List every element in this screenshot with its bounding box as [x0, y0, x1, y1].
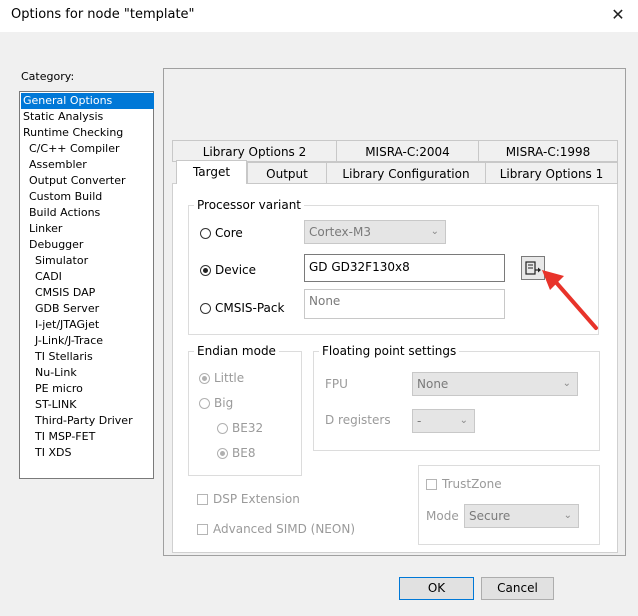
chevron-down-icon: ⌄ [430, 226, 439, 237]
category-item-debugger[interactable]: Debugger [29, 237, 83, 253]
trustzone-label: TrustZone [442, 477, 502, 491]
category-item-ti-xds[interactable]: TI XDS [35, 445, 71, 461]
be32-radio[interactable] [217, 423, 228, 434]
floating-point-group [313, 351, 600, 451]
category-item-simulator[interactable]: Simulator [35, 253, 88, 269]
tab-library-options-1[interactable]: Library Options 1 [485, 162, 618, 184]
dsp-extension-label: DSP Extension [213, 492, 300, 506]
mode-label: Mode [426, 509, 459, 523]
category-item-ti-stellaris[interactable]: TI Stellaris [35, 349, 93, 365]
be32-label: BE32 [232, 421, 264, 435]
category-item-general-options[interactable]: General Options [21, 93, 154, 109]
d-registers-label: D registers [325, 413, 391, 427]
category-item-ijet[interactable]: I-jet/JTAGjet [35, 317, 99, 333]
category-item-linker[interactable]: Linker [29, 221, 62, 237]
device-radio[interactable] [200, 265, 211, 276]
d-registers-value: - [417, 414, 422, 428]
device-label[interactable]: Device [215, 263, 256, 277]
big-label: Big [214, 396, 234, 410]
category-list[interactable]: General Options Static Analysis Runtime … [19, 91, 154, 479]
trustzone-checkbox[interactable] [426, 479, 437, 490]
be8-label: BE8 [232, 446, 256, 460]
core-combo: Cortex-M3 ⌄ [304, 220, 446, 244]
cancel-button[interactable]: Cancel [481, 577, 554, 600]
advanced-simd-label: Advanced SIMD (NEON) [213, 522, 355, 536]
category-item-custom-build[interactable]: Custom Build [29, 189, 102, 205]
ok-button[interactable]: OK [399, 577, 474, 600]
fpu-combo: None ⌄ [412, 372, 578, 396]
dsp-extension-checkbox[interactable] [197, 494, 208, 505]
mode-combo: Secure ⌄ [464, 504, 579, 528]
category-item-runtime-checking[interactable]: Runtime Checking [23, 125, 123, 141]
big-radio[interactable] [199, 398, 210, 409]
category-item-nu-link[interactable]: Nu-Link [35, 365, 77, 381]
device-field[interactable]: GD GD32F130x8 [304, 254, 505, 282]
little-label: Little [214, 371, 245, 385]
tab-target[interactable]: Target [176, 160, 247, 184]
category-item-st-link[interactable]: ST-LINK [35, 397, 76, 413]
tab-library-options-2[interactable]: Library Options 2 [172, 140, 337, 162]
category-label: Category: [21, 70, 75, 83]
d-registers-combo: - ⌄ [412, 409, 475, 433]
category-item-build-actions[interactable]: Build Actions [29, 205, 100, 221]
tab-library-configuration[interactable]: Library Configuration [326, 162, 486, 184]
mode-value: Secure [469, 509, 511, 523]
core-label[interactable]: Core [215, 226, 243, 240]
category-item-output-converter[interactable]: Output Converter [29, 173, 126, 189]
tab-output[interactable]: Output [247, 162, 327, 184]
category-item-ti-msp-fet[interactable]: TI MSP-FET [35, 429, 95, 445]
advanced-simd-checkbox[interactable] [197, 524, 208, 535]
category-item-assembler[interactable]: Assembler [29, 157, 87, 173]
category-item-gdb-server[interactable]: GDB Server [35, 301, 99, 317]
category-item-static-analysis[interactable]: Static Analysis [23, 109, 103, 125]
cmsis-pack-label[interactable]: CMSIS-Pack [215, 301, 284, 315]
category-item-cmsis-dap[interactable]: CMSIS DAP [35, 285, 95, 301]
chevron-down-icon: ⌄ [459, 415, 468, 426]
fpu-value: None [417, 377, 449, 391]
floating-point-title: Floating point settings [319, 344, 460, 358]
tab-misra-2004[interactable]: MISRA-C:2004 [336, 140, 479, 162]
category-item-jlink[interactable]: J-Link/J-Trace [35, 333, 103, 349]
tab-misra-1998[interactable]: MISRA-C:1998 [478, 140, 618, 162]
be8-radio[interactable] [217, 448, 228, 459]
endian-mode-title: Endian mode [194, 344, 279, 358]
cmsis-pack-field: None [304, 289, 505, 319]
little-radio[interactable] [199, 373, 210, 384]
cmsis-pack-radio[interactable] [200, 303, 211, 314]
close-icon[interactable]: ✕ [606, 5, 630, 25]
core-radio[interactable] [200, 228, 211, 239]
fpu-label: FPU [325, 377, 348, 391]
category-item-pe-micro[interactable]: PE micro [35, 381, 83, 397]
chevron-down-icon: ⌄ [563, 510, 572, 521]
window-title: Options for node "template" [11, 7, 195, 22]
core-value: Cortex-M3 [309, 225, 371, 239]
red-arrow-icon [542, 270, 598, 330]
category-item-compiler[interactable]: C/C++ Compiler [29, 141, 120, 157]
processor-variant-title: Processor variant [194, 198, 304, 212]
category-item-cadi[interactable]: CADI [35, 269, 62, 285]
category-item-third-party-driver[interactable]: Third-Party Driver [35, 413, 133, 429]
chevron-down-icon: ⌄ [562, 378, 571, 389]
